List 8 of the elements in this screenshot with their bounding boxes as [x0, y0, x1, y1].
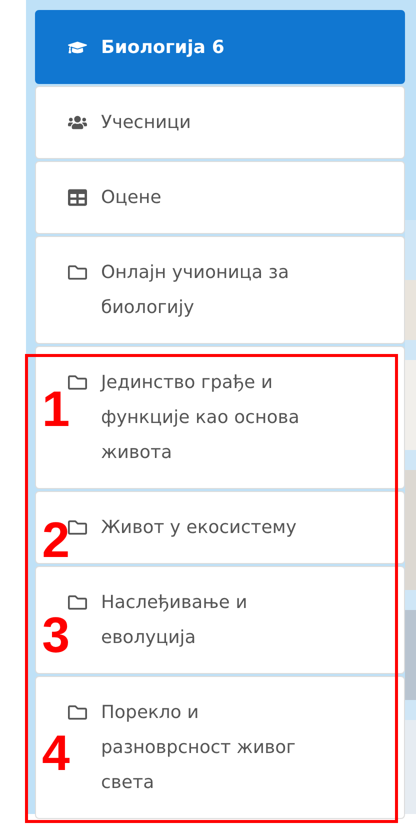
- nav-item[interactable]: Биологија 6: [35, 10, 405, 84]
- nav-item[interactable]: Учесници: [35, 86, 405, 159]
- annotation-number: 3: [42, 610, 70, 660]
- nav-item[interactable]: Онлајн учионица за биологију: [35, 236, 405, 344]
- annotation-number: 4: [42, 728, 70, 778]
- annotation-number: 2: [42, 515, 70, 565]
- nav-item[interactable]: Оцене: [35, 161, 405, 234]
- annotation-number: 1: [42, 384, 70, 434]
